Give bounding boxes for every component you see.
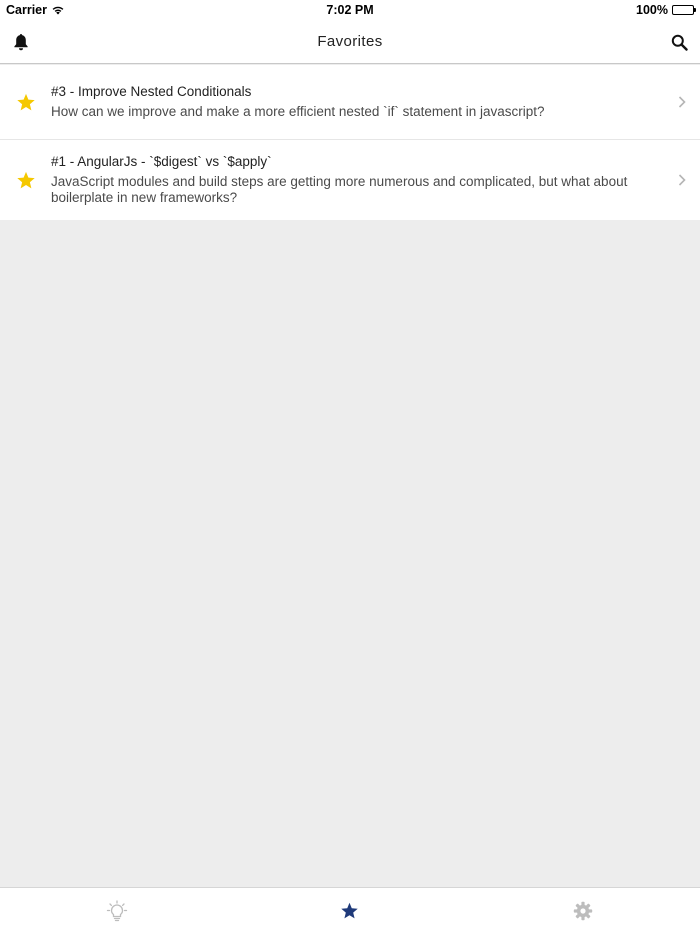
favorite-item[interactable]: #3 - Improve Nested Conditionals How can… [0,65,700,139]
favorite-title: #1 - AngularJs - `$digest` vs `$apply` [51,154,272,169]
favorite-title: #3 - Improve Nested Conditionals [51,84,252,99]
star-icon [16,171,35,188]
page-title: Favorites [317,33,383,50]
search-icon [671,34,688,51]
status-bar: Carrier 7:02 PM 100% [0,0,700,20]
battery-percent: 100% [636,3,668,17]
favorite-item[interactable]: #1 - AngularJs - `$digest` vs `$apply` J… [0,139,700,220]
chevron-right-icon [678,96,686,108]
chevron-right-icon [678,174,686,186]
star-icon [341,902,359,918]
favorite-star-button[interactable] [0,171,51,190]
favorites-list: #3 - Improve Nested Conditionals How can… [0,65,700,220]
clock: 7:02 PM [326,3,374,17]
gear-icon [574,901,593,920]
star-icon [16,93,35,110]
navigation-bar: Favorites [0,20,700,64]
battery-icon [672,5,696,15]
tab-favorites[interactable] [233,888,466,933]
tab-ideas[interactable] [0,888,233,933]
tab-bar [0,887,700,933]
battery-indicator: 100% [636,3,696,17]
favorite-description: JavaScript modules and build steps are g… [51,174,628,205]
favorite-star-button[interactable] [0,93,51,112]
search-button[interactable] [667,30,691,54]
tab-settings[interactable] [467,888,700,933]
favorite-description: How can we improve and make a more effic… [51,104,545,119]
lightbulb-icon [106,899,127,921]
